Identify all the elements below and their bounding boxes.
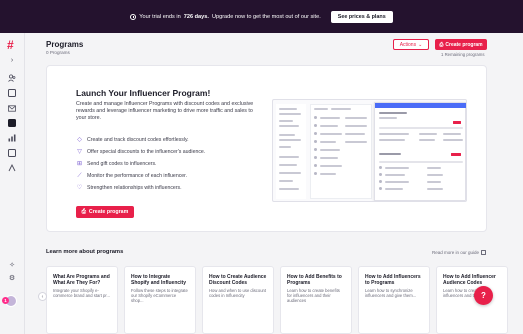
preview-table: [310, 104, 372, 199]
trial-suffix: Upgrade now to get the most out of our s…: [211, 13, 321, 20]
remaining-programs: 1 Remaining programs: [441, 52, 485, 57]
add-document-icon: ⎙: [81, 208, 86, 215]
guide-card[interactable]: How to Add Benefits to Programs Learn ho…: [280, 266, 352, 334]
heart-icon: ♡: [76, 184, 83, 191]
chevron-left-icon[interactable]: ‹: [38, 292, 47, 301]
guide-card[interactable]: How to Integrate Shopify and Influencity…: [124, 266, 196, 334]
sparkle-icon[interactable]: ✧: [8, 262, 16, 270]
trend-icon: ⟋: [77, 172, 82, 179]
notification-badge: 1: [2, 297, 9, 304]
read-more-link[interactable]: Read more in our guide: [432, 250, 486, 255]
launch-program-card: Launch Your Influencer Program! Create a…: [46, 65, 487, 232]
hero-title: Launch Your Influencer Program!: [76, 88, 211, 98]
guide-card[interactable]: How to Create Audience Discount Codes Ho…: [202, 266, 274, 334]
guide-description: Follow these steps to integrate our Shop…: [131, 287, 188, 304]
brand-logo[interactable]: #: [7, 39, 14, 51]
filter-icon: ▽: [77, 148, 82, 155]
learn-more-title: Learn more about programs: [46, 249, 124, 255]
trial-message: Your trial ends in 726 days. Upgrade now…: [130, 13, 321, 20]
actions-label: Actions: [399, 41, 417, 48]
guide-title: How to Add Influencer Audience Codes: [443, 274, 496, 287]
page-title: Programs: [46, 40, 84, 49]
feature-text: Offer special discounts to the influence…: [87, 149, 206, 155]
chevron-right-icon[interactable]: ›: [8, 57, 16, 65]
feature-item: ◇ Create and track discount codes effort…: [76, 136, 189, 144]
chart-icon[interactable]: [8, 134, 16, 142]
trial-prefix: Your trial ends in: [139, 13, 181, 20]
read-more-label: Read more in our guide: [432, 250, 480, 255]
create-program-button[interactable]: ⎙ Create program: [435, 39, 487, 50]
hero-create-program-button[interactable]: ⎙ Create program: [76, 206, 134, 218]
chevron-down-icon: ⌄: [418, 41, 423, 48]
users-icon[interactable]: [8, 74, 16, 82]
contacts-icon[interactable]: [8, 89, 16, 97]
clock-icon: [130, 13, 137, 20]
chat-support-button[interactable]: ?: [474, 286, 493, 305]
feature-text: Monitor the performance of each influenc…: [87, 173, 188, 179]
guide-description: Learn how to synchronize influencers and…: [365, 287, 417, 299]
guide-title: How to Integrate Shopify and Influencity: [131, 274, 187, 287]
guide-card[interactable]: How to Add Influencers to Programs Learn…: [358, 266, 430, 334]
guide-title: What Are Programs and What Are They For?: [53, 274, 110, 287]
product-preview-image: [272, 99, 467, 202]
content-icon[interactable]: [8, 149, 16, 157]
feature-text: Strengthen relationships with influencer…: [87, 185, 182, 191]
guide-description: Integrate your Shopify e-commerce brand …: [53, 287, 111, 299]
mail-icon[interactable]: [8, 104, 16, 112]
add-document-icon: ⎙: [439, 41, 444, 48]
guide-title: How to Add Benefits to Programs: [287, 274, 342, 287]
external-link-icon: [481, 250, 486, 255]
guide-title: How to Create Audience Discount Codes: [209, 274, 267, 287]
feature-item: ⟋ Monitor the performance of each influe…: [76, 172, 187, 180]
preview-sidebar: [276, 104, 306, 199]
create-program-label: Create program: [445, 41, 483, 48]
guide-card[interactable]: What Are Programs and What Are They For?…: [46, 266, 118, 334]
feature-item: ▽ Offer special discounts to the influen…: [76, 148, 205, 156]
integrations-icon[interactable]: [8, 164, 16, 172]
guide-title: How to Add Influencers to Programs: [365, 274, 421, 287]
feature-item: ⊞ Send gift codes to influencers.: [76, 160, 157, 168]
tag-icon: ◇: [77, 136, 82, 143]
see-prices-button[interactable]: See prices & plans: [330, 10, 393, 23]
feature-text: Create and track discount codes effortle…: [87, 137, 189, 143]
settings-icon[interactable]: ⚙: [8, 275, 16, 283]
guide-description: How and when to use discount codes in In…: [209, 287, 267, 299]
feature-item: ♡ Strengthen relationships with influenc…: [76, 184, 182, 192]
trial-days: 726 days.: [183, 13, 209, 20]
hero-create-label: Create program: [88, 209, 129, 215]
feature-text: Send gift codes to influencers.: [87, 161, 157, 167]
program-count: 0 Programs: [46, 50, 70, 55]
hero-description: Create and manage Influencer Programs wi…: [76, 101, 254, 121]
trial-banner: Your trial ends in 726 days. Upgrade now…: [0, 0, 523, 33]
guide-card[interactable]: How to Add Influencer Audience Codes Lea…: [436, 266, 508, 334]
gift-icon: ⊞: [76, 160, 83, 167]
preview-modal: [374, 102, 466, 201]
actions-button[interactable]: Actions ⌄: [393, 39, 429, 50]
programs-icon[interactable]: [8, 119, 16, 127]
guide-description: Learn how to create benefits for influen…: [287, 287, 340, 304]
